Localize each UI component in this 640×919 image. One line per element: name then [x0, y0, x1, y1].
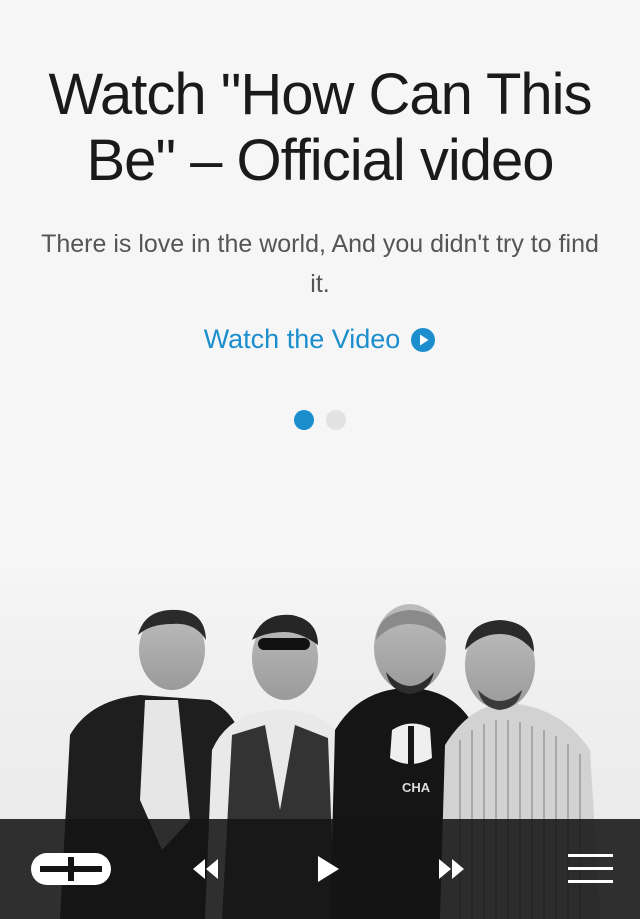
fast-forward-icon[interactable]: [438, 857, 466, 881]
shirt-text: CHA: [402, 780, 431, 795]
slide-pager: [0, 410, 640, 430]
player-bar: [0, 819, 640, 919]
play-icon[interactable]: [316, 855, 340, 883]
menu-icon[interactable]: [568, 852, 613, 886]
watch-video-label: Watch the Video: [203, 324, 401, 354]
rewind-icon[interactable]: [191, 857, 219, 881]
slide-title: Watch "How Can This Be" – Official video: [48, 62, 592, 193]
watch-video-link[interactable]: Watch the Video: [0, 324, 640, 355]
pager-dot-1[interactable]: [294, 410, 314, 430]
logo-icon[interactable]: [30, 852, 112, 886]
hero-slide: Watch "How Can This Be" – Official video…: [0, 0, 640, 919]
pager-dot-2[interactable]: [326, 410, 346, 430]
slide-description: There is love in the world, And you didn…: [41, 230, 599, 298]
play-circle-icon: [410, 327, 436, 353]
